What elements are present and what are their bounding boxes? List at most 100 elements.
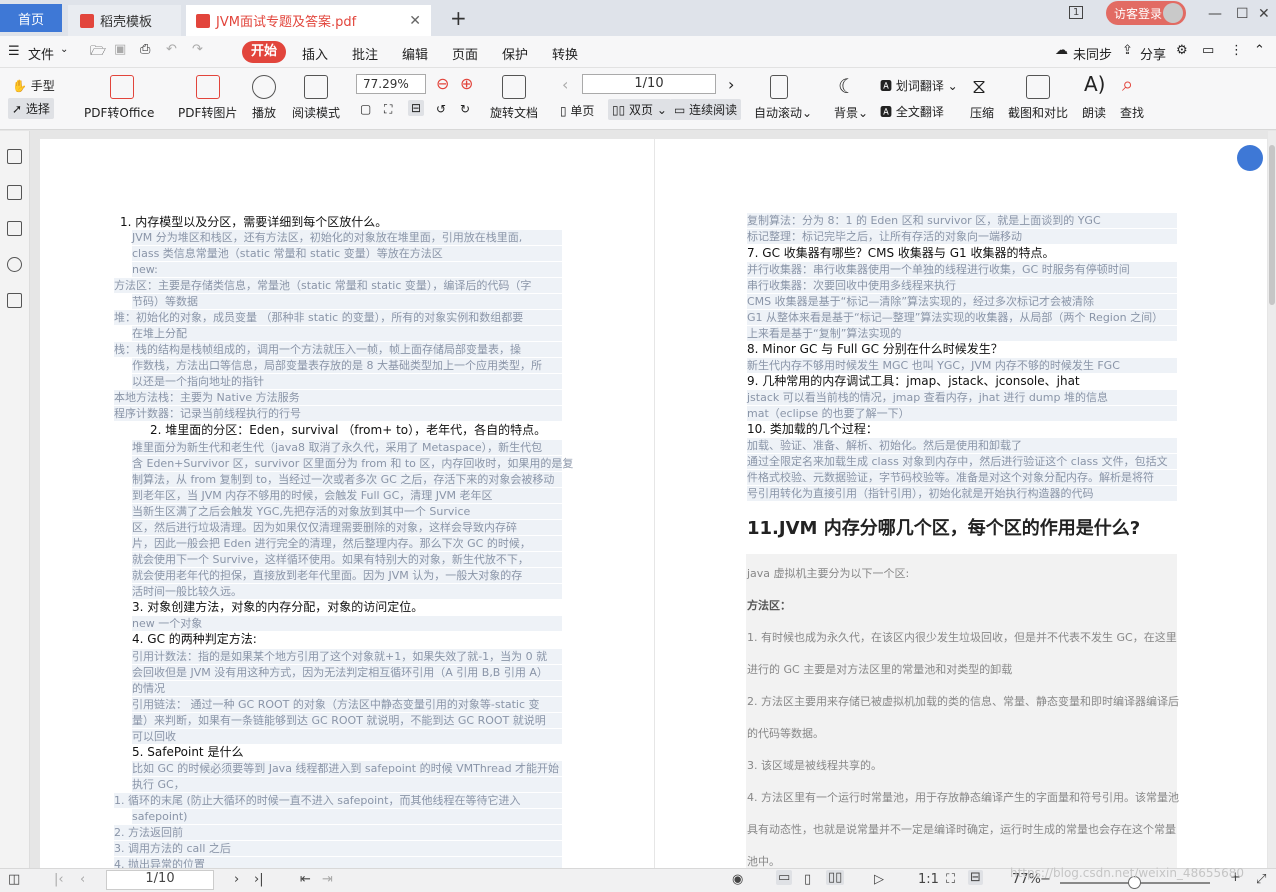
compress-button[interactable]: 压缩 <box>970 104 994 121</box>
zoom-select[interactable]: 77.29% <box>356 74 426 94</box>
fit-page-status-icon[interactable]: ⛶ <box>946 872 955 887</box>
back-icon[interactable]: ⇤ <box>300 872 311 887</box>
left-page-line: 2. 方法返回前 <box>114 825 562 840</box>
left-page-line: 1. 循环的末尾 (防止大循环的时候一直不进入 safepoint，而其他线程在… <box>114 793 562 808</box>
rotate-right-icon[interactable]: ↻ <box>460 102 470 116</box>
background-label: 背景 <box>834 106 859 120</box>
double-page-button[interactable]: ▯▯ 双页 ⌄ <box>608 99 671 120</box>
menu-convert[interactable]: 转换 <box>552 44 578 63</box>
autoscroll-button[interactable]: 自动滚动⌄ <box>754 104 812 121</box>
single-page-button[interactable]: ▯ 单页 <box>560 102 594 119</box>
compress-icon: ⧖ <box>972 74 987 98</box>
undo-icon[interactable]: ↶ <box>166 42 177 57</box>
comment-icon[interactable]: ▭ <box>1202 43 1214 58</box>
continuous-view-icon[interactable]: ▭ <box>776 870 793 885</box>
screenshot-compare-button[interactable]: 截图和对比 <box>1008 104 1068 121</box>
hand-tool[interactable]: ✋ 手型 <box>12 77 55 94</box>
menu-file[interactable]: 文件 <box>28 44 54 63</box>
full-translate-button[interactable]: 🅰 全文翻译 <box>880 103 944 120</box>
maximize-icon[interactable]: ☐ <box>1236 6 1249 22</box>
zoom-out-icon[interactable]: ⊖ <box>436 74 449 93</box>
floating-tool-icon[interactable] <box>1237 145 1263 171</box>
menu-annotate[interactable]: 批注 <box>352 44 378 63</box>
menu-protect[interactable]: 保护 <box>502 44 528 63</box>
sync-status[interactable]: 未同步 <box>1073 44 1112 63</box>
save-icon[interactable]: ▣ <box>114 42 126 57</box>
find-button[interactable]: 查找 <box>1120 104 1144 121</box>
next-page-status-icon[interactable]: › <box>234 872 239 887</box>
scrollbar-thumb[interactable] <box>1269 145 1275 305</box>
rotate-left-icon[interactable]: ↺ <box>436 102 446 116</box>
pdf-to-office-button[interactable]: PDF转Office <box>84 104 154 121</box>
fit-page-icon[interactable]: ⛶ <box>384 102 392 117</box>
fullscreen-icon[interactable]: ⤢ <box>1256 872 1266 887</box>
fit-width-icon[interactable]: ⊟ <box>408 100 425 116</box>
next-page-icon[interactable]: › <box>728 75 734 94</box>
tab-docer-label: 稻壳模板 <box>100 15 153 30</box>
close-tab-icon[interactable]: ✕ <box>409 13 421 29</box>
play-button[interactable]: 播放 <box>252 104 276 121</box>
prev-page-icon[interactable]: ‹ <box>562 75 568 94</box>
status-page-input[interactable]: 1/10 <box>106 870 214 890</box>
page-number-input[interactable]: 1/10 <box>582 74 716 94</box>
actual-size-status-icon[interactable]: 1:1 <box>918 872 939 887</box>
redo-icon[interactable]: ↷ <box>192 42 203 57</box>
gray-block-line: 3. 该区域是被线程共享的。 <box>747 759 882 772</box>
right-page-line: 8. Minor GC 与 Full GC 分别在什么时候发生？ <box>747 342 1003 356</box>
gear-icon[interactable]: ⚙ <box>1176 43 1188 58</box>
play-status-icon[interactable]: ▷ <box>874 872 884 887</box>
select-tool[interactable]: ➚ 选择 <box>8 98 54 119</box>
print-icon[interactable]: ⎙ <box>140 42 150 57</box>
play-icon <box>252 75 276 99</box>
fit-width-status-icon[interactable]: ⊟ <box>968 870 983 885</box>
bookmark-icon[interactable] <box>7 149 22 164</box>
gray-block-line: 具有动态性，也就是说常量并不一定是编译时确定，运行时生成的常量也会存在这个常量 <box>747 823 1176 836</box>
menu-edit[interactable]: 编辑 <box>402 44 428 63</box>
rotate-doc-button[interactable]: 旋转文档 <box>490 104 538 121</box>
forward-icon[interactable]: ⇥ <box>322 872 333 887</box>
collapse-icon[interactable]: ⌃ <box>1254 43 1265 58</box>
tab-home[interactable]: 首页 <box>0 4 62 32</box>
login-button[interactable]: 访客登录 <box>1106 1 1186 25</box>
last-page-icon[interactable]: ›| <box>254 872 264 887</box>
prev-page-status-icon[interactable]: ‹ <box>80 872 85 887</box>
comment-panel-icon[interactable] <box>7 221 22 236</box>
autoscroll-icon <box>770 75 788 99</box>
first-page-icon[interactable]: |‹ <box>54 872 64 887</box>
continuous-read-button[interactable]: ▭ 连续阅读 <box>670 99 742 120</box>
attachment-icon[interactable] <box>7 257 22 272</box>
gray-block-line: 方法区： <box>747 599 791 612</box>
background-button[interactable]: 背景⌄ <box>834 104 868 121</box>
actual-size-icon[interactable]: ▢ <box>360 102 371 116</box>
read-aloud-button[interactable]: 朗读 <box>1082 104 1106 121</box>
open-folder-icon[interactable]: 🗁 <box>90 42 106 64</box>
share-button[interactable]: 分享 <box>1140 44 1166 63</box>
tab-pdf-document[interactable]: JVM面试专题及答案.pdf ✕ <box>186 5 431 36</box>
menu-start[interactable]: 开始 <box>242 41 286 63</box>
signature-icon[interactable] <box>7 293 22 308</box>
pdf-to-image-button[interactable]: PDF转图片 <box>178 104 237 121</box>
menu-page[interactable]: 页面 <box>452 44 478 63</box>
double-view-icon[interactable]: ▯▯ <box>826 870 845 885</box>
close-window-icon[interactable]: ✕ <box>1258 6 1270 22</box>
new-tab-icon[interactable]: + <box>450 6 467 30</box>
thumbnail-icon[interactable] <box>7 185 22 200</box>
hamburger-icon[interactable]: ☰ <box>8 44 20 59</box>
single-view-icon[interactable]: ▯ <box>804 872 811 887</box>
sidebar-toggle-icon[interactable]: ◫ <box>8 872 20 887</box>
menu-insert[interactable]: 插入 <box>302 44 328 63</box>
layout-icon[interactable]: 1 <box>1069 6 1084 19</box>
right-page-line: 复制算法：分为 8：1 的 Eden 区和 survivor 区，就是上面谈到的… <box>747 213 1177 228</box>
minimize-icon[interactable]: — <box>1208 6 1222 22</box>
zoom-in-icon[interactable]: ⊕ <box>460 74 473 93</box>
left-page-line: new 一个对象 <box>132 616 562 631</box>
chevron-down-icon[interactable]: ⌄ <box>60 44 68 55</box>
more-icon[interactable]: ⋮ <box>1230 43 1243 58</box>
read-mode-button[interactable]: 阅读模式 <box>292 104 340 121</box>
tab-docer-templates[interactable]: 稻壳模板 <box>68 5 181 36</box>
word-translate-button[interactable]: 🅰 划词翻译 ⌄ <box>880 77 958 94</box>
left-page-line: 4. GC 的两种判定方法: <box>132 632 257 646</box>
eye-icon[interactable]: ◉ <box>732 872 743 887</box>
autoscroll-label: 自动滚动 <box>754 106 803 120</box>
left-sidebar <box>0 131 30 868</box>
